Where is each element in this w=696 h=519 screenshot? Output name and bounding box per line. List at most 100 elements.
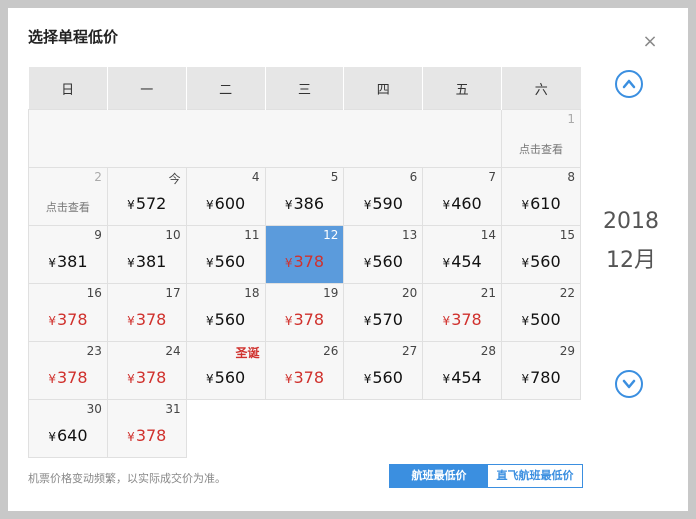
price-value: 570 [372,310,403,329]
currency-symbol: ¥ [127,314,135,328]
day-number: 9 [94,228,102,242]
day-cell[interactable]: 28 ¥454 [422,341,503,400]
day-number: 4 [251,170,260,184]
day-cell[interactable]: 10 ¥381 [106,225,187,284]
day-cell[interactable]: 21 ¥378 [422,283,503,342]
day-cell[interactable]: 16 ¥378 [28,283,108,342]
day-cell[interactable]: 9 ¥381 [28,225,108,284]
currency-symbol: ¥ [521,256,530,270]
currency-symbol: ¥ [284,314,293,328]
empty-day-cell [186,399,266,458]
day-cell[interactable]: 2 点击查看 [28,167,108,226]
currency-symbol: ¥ [521,314,530,328]
price-value: 560 [214,368,246,387]
weekday-label: 二 [186,67,266,110]
chevron-down-icon [622,379,636,389]
empty-day-cell [27,109,503,168]
view-price-link[interactable]: 点击查看 [502,141,580,157]
next-month-button[interactable] [615,370,643,398]
day-cell[interactable]: 19 ¥378 [264,283,345,342]
currency-symbol: ¥ [48,430,56,444]
weekday-label: 五 [422,67,503,110]
day-cell[interactable]: 6 ¥590 [343,167,424,226]
currency-symbol: ¥ [284,256,293,270]
price-value: 572 [135,194,167,213]
day-cell[interactable]: 13 ¥560 [343,225,424,284]
price-disclaimer: 机票价格变动频繁，以实际成交价为准。 [28,472,226,485]
day-price: ¥560 [187,252,265,271]
price-value: 780 [530,368,561,387]
day-price: ¥610 [502,194,580,213]
weekday-label: 三 [265,67,345,110]
price-value: 378 [293,252,325,271]
currency-symbol: ¥ [442,314,451,328]
currency-symbol: ¥ [284,372,293,386]
price-value: 378 [135,368,167,387]
day-cell[interactable]: 24 ¥378 [106,341,187,400]
day-cell[interactable]: 7 ¥460 [422,167,503,226]
currency-symbol: ¥ [521,372,530,386]
day-price: ¥640 [29,426,107,445]
day-cell[interactable]: 22 ¥500 [501,283,581,342]
calendar-month: 12月 [606,248,656,273]
price-value: 378 [56,310,88,329]
tab-direct-lowest-fare[interactable]: 直飞航班最低价 [488,465,582,487]
day-price: ¥378 [29,368,107,387]
day-price: ¥378 [266,368,344,387]
day-cell[interactable]: 26 ¥378 [264,341,345,400]
day-number: 21 [480,286,497,300]
day-cell[interactable]: 31 ¥378 [106,399,187,458]
calendar-week-row: 9 ¥381 10 ¥381 11 ¥560 12 ¥378 13 ¥560 14 ¥454 15 ¥56… [28,225,581,284]
empty-day-cell [265,399,344,458]
day-number: 17 [165,286,181,300]
day-cell[interactable]: 23 ¥378 [28,341,108,400]
day-number: 15 [559,228,575,242]
currency-symbol: ¥ [363,372,372,386]
day-cell[interactable]: 17 ¥378 [106,283,187,342]
currency-symbol: ¥ [442,372,451,386]
currency-symbol: ¥ [127,372,135,386]
day-price: ¥378 [108,368,186,387]
day-cell[interactable]: 18 ¥560 [185,283,266,342]
price-value: 454 [451,368,482,387]
currency-symbol: ¥ [127,198,135,212]
currency-symbol: ¥ [442,256,451,270]
day-cell[interactable]: 29 ¥780 [501,341,581,400]
day-price: ¥378 [108,310,186,329]
price-value: 378 [135,426,167,445]
day-price: ¥570 [344,310,422,329]
day-number: 7 [488,170,497,184]
day-number: 26 [323,344,339,358]
day-cell[interactable]: 27 ¥560 [343,341,424,400]
day-number: 20 [401,286,418,300]
close-icon[interactable]: × [642,33,658,51]
day-price: ¥378 [423,310,501,329]
day-cell[interactable]: 8 ¥610 [501,167,581,226]
price-value: 381 [135,252,167,271]
empty-day-cell [501,399,581,458]
day-cell[interactable]: 1 点击查看 [501,109,581,168]
price-value: 378 [293,310,325,329]
currency-symbol: ¥ [48,314,56,328]
day-cell[interactable]: 圣诞 ¥560 [185,341,266,400]
price-mode-toggle: 航班最低价 直飞航班最低价 [389,464,583,488]
day-cell[interactable]: 5 ¥386 [264,167,345,226]
day-cell[interactable]: 12 ¥378 [264,225,345,284]
day-cell[interactable]: 今 ¥572 [106,167,187,226]
day-price: ¥386 [266,194,344,213]
currency-symbol: ¥ [127,430,135,444]
calendar-week-row: 1 点击查看 [27,109,581,168]
day-cell[interactable]: 4 ¥600 [185,167,266,226]
day-cell[interactable]: 20 ¥570 [343,283,424,342]
prev-month-button[interactable] [615,70,643,98]
day-price: ¥572 [108,194,186,213]
day-cell[interactable]: 30 ¥640 [28,399,108,458]
day-cell[interactable]: 11 ¥560 [185,225,266,284]
tab-lowest-fare[interactable]: 航班最低价 [390,465,488,487]
price-value: 460 [451,194,482,213]
day-price: ¥454 [423,368,501,387]
currency-symbol: ¥ [48,256,56,270]
day-cell[interactable]: 14 ¥454 [422,225,503,284]
day-cell[interactable]: 15 ¥560 [501,225,581,284]
view-price-link[interactable]: 点击查看 [29,199,107,215]
